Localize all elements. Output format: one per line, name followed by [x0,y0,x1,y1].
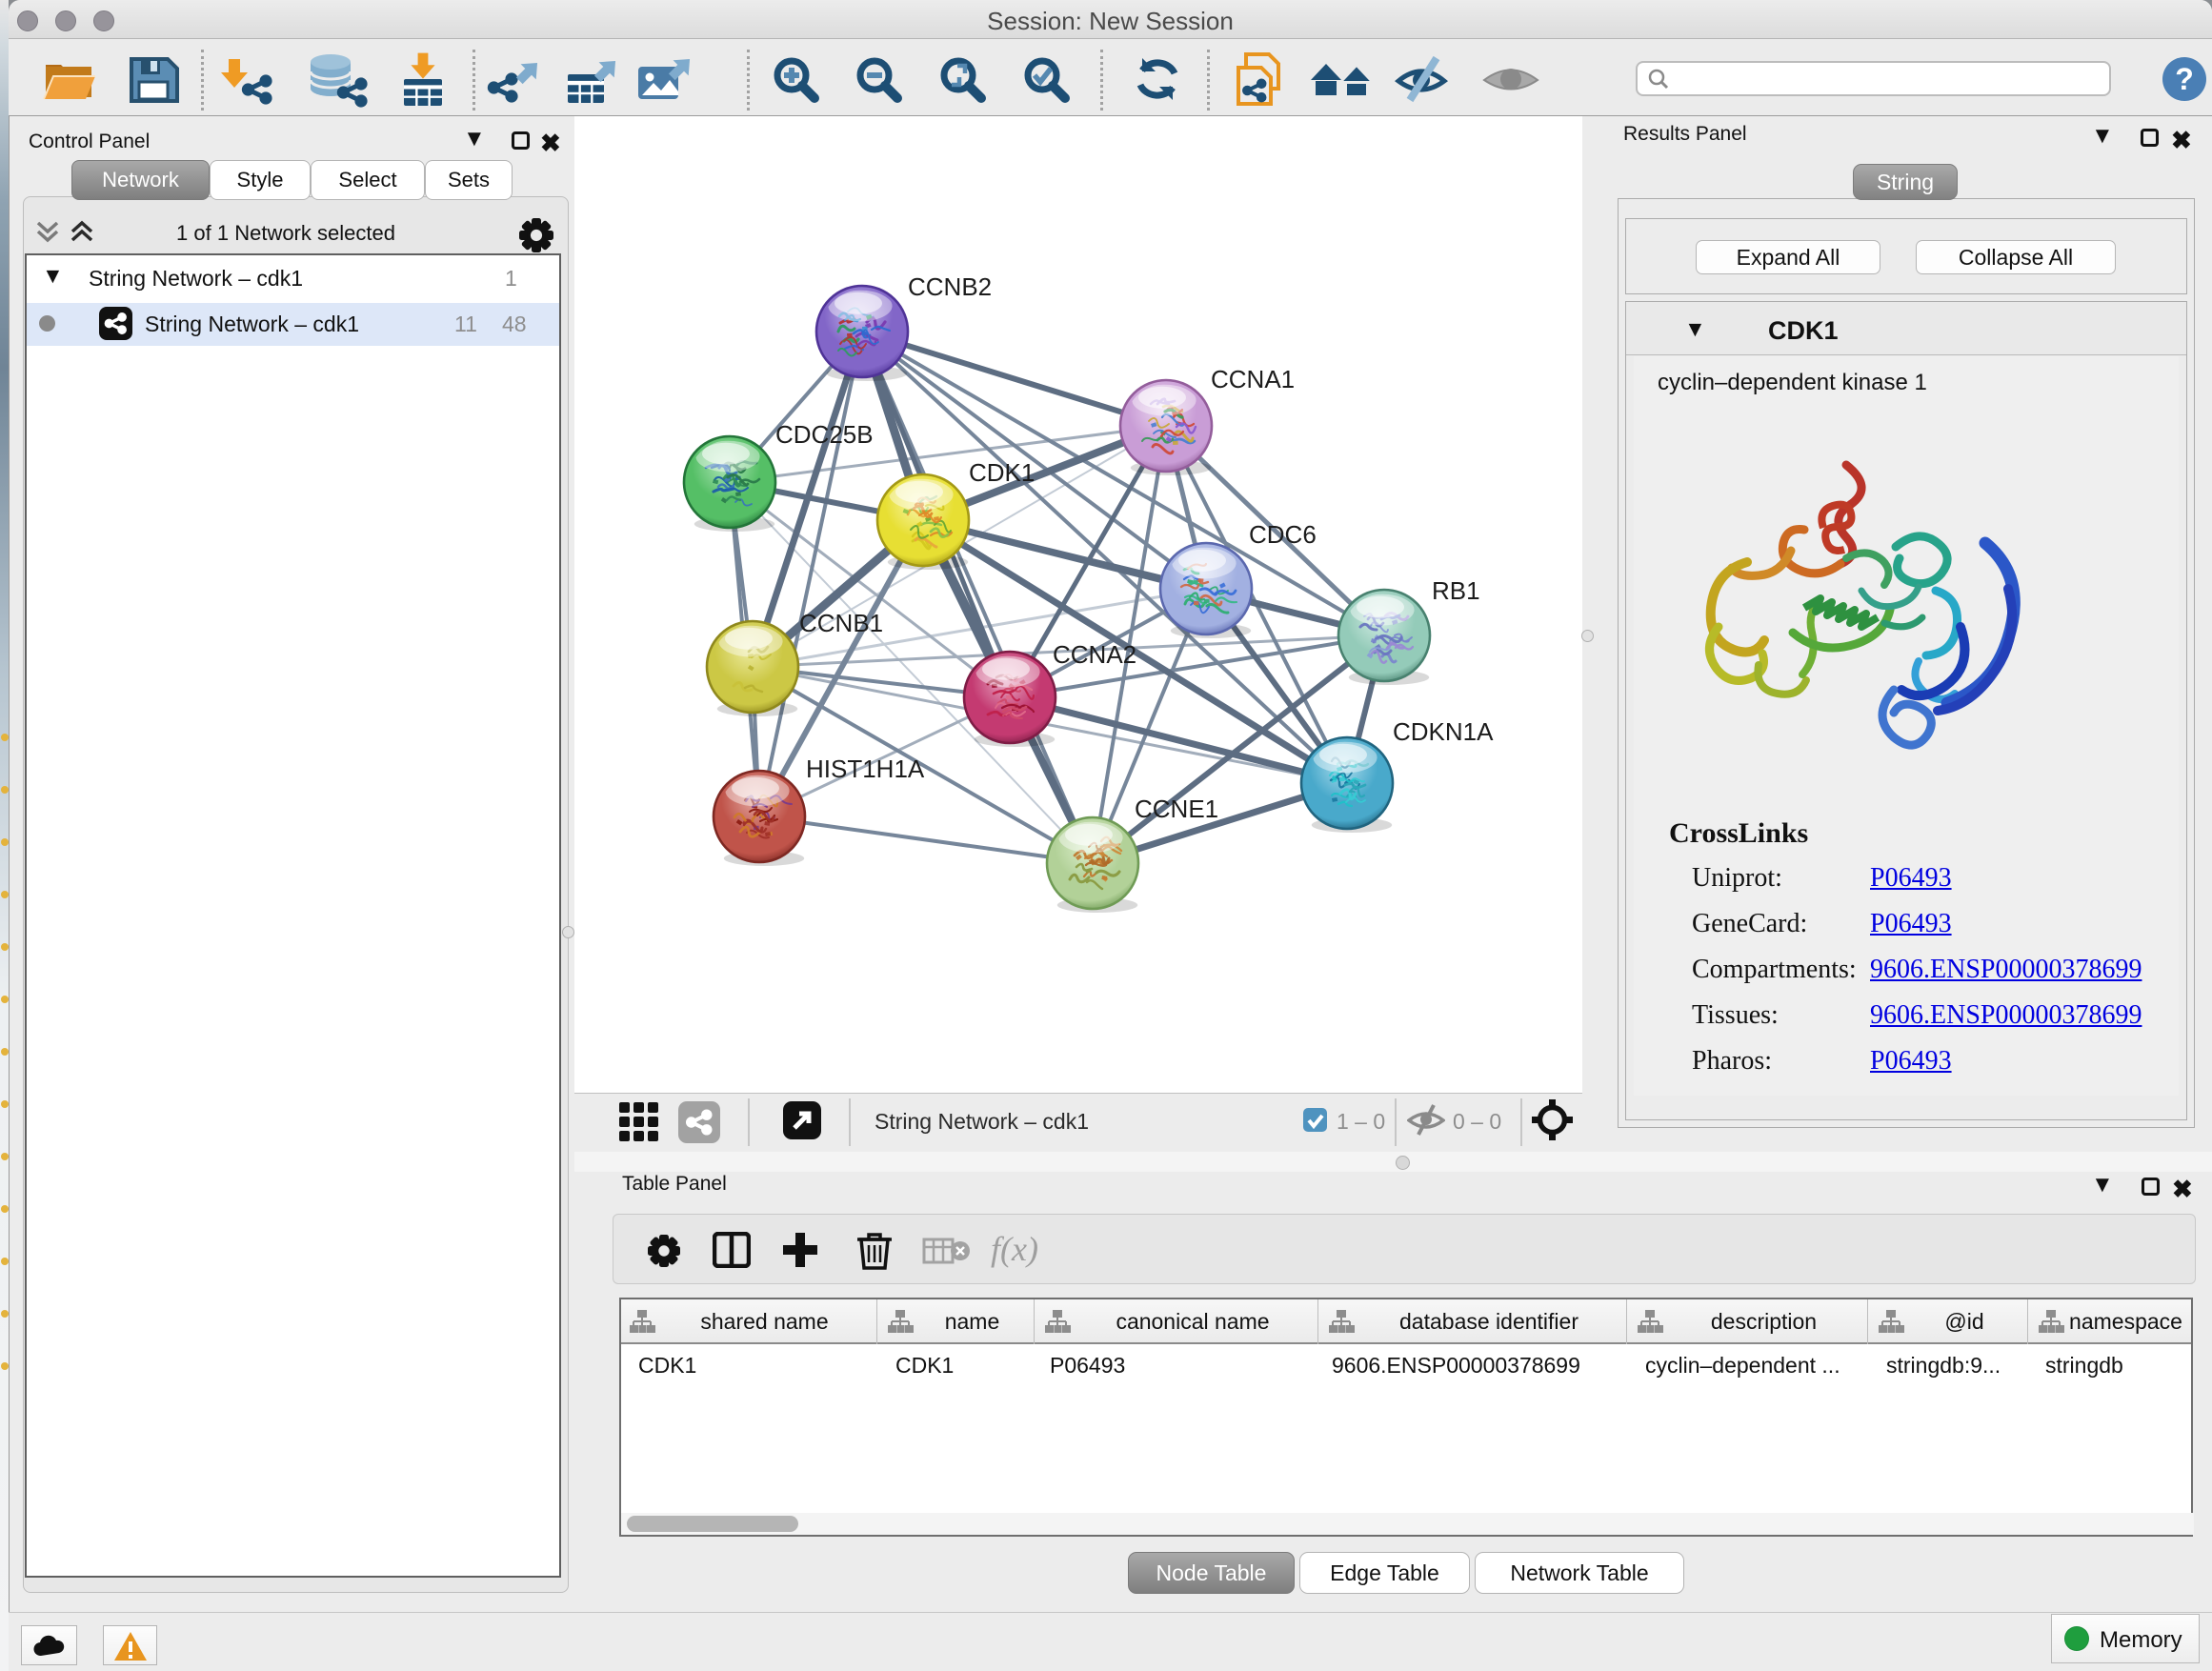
svg-text:CCNB2: CCNB2 [908,272,992,301]
svg-text:CCNB1: CCNB1 [799,609,883,637]
svg-text:HIST1H1A: HIST1H1A [806,755,925,783]
svg-text:CDC6: CDC6 [1249,520,1317,549]
svg-text:CCNE1: CCNE1 [1135,795,1218,823]
svg-text:CDC25B: CDC25B [775,420,874,449]
svg-text:RB1: RB1 [1432,576,1480,605]
svg-text:CCNA2: CCNA2 [1053,640,1136,669]
svg-text:CCNA1: CCNA1 [1211,365,1295,393]
svg-text:CDK1: CDK1 [969,458,1035,487]
svg-text:CDKN1A: CDKN1A [1393,717,1494,746]
